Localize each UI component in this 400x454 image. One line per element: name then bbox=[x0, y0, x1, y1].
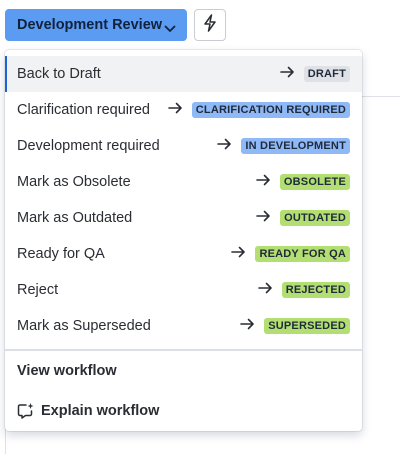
status-lozenge: CLARIFICATION REQUIRED bbox=[191, 102, 350, 118]
chevron-down-icon bbox=[164, 21, 176, 37]
transition-label: Mark as Outdated bbox=[17, 210, 133, 226]
transition-target: OUTDATED bbox=[256, 210, 350, 226]
transition-item[interactable]: Mark as Superseded SUPERSEDED bbox=[5, 308, 362, 344]
transition-target: OBSOLETE bbox=[256, 174, 350, 190]
transition-label: Mark as Obsolete bbox=[17, 174, 131, 190]
status-button-label: Development Review bbox=[17, 17, 163, 33]
transition-label: Development required bbox=[17, 138, 160, 154]
arrow-right-icon bbox=[279, 66, 295, 82]
status-lozenge: DRAFT bbox=[303, 66, 350, 82]
status-lozenge: READY FOR QA bbox=[255, 246, 350, 262]
automation-button[interactable] bbox=[194, 9, 226, 41]
transition-item[interactable]: Mark as Obsolete OBSOLETE bbox=[5, 164, 362, 200]
arrow-right-icon bbox=[217, 138, 232, 154]
arrow-right-icon bbox=[257, 282, 273, 298]
lightning-bolt-icon bbox=[203, 13, 217, 37]
transition-label: Mark as Superseded bbox=[17, 318, 151, 334]
transition-target: SUPERSEDED bbox=[240, 318, 350, 334]
status-lozenge: IN DEVELOPMENT bbox=[241, 138, 350, 154]
transition-label: Ready for QA bbox=[17, 246, 105, 262]
transition-dropdown-menu: Back to Draft DRAFT Clarification required… bbox=[5, 50, 362, 431]
view-workflow-item[interactable]: View workflow bbox=[5, 351, 362, 391]
status-lozenge: REJECTED bbox=[281, 282, 350, 298]
transition-item[interactable]: Reject REJECTED bbox=[5, 272, 362, 308]
status-lozenge: OBSOLETE bbox=[279, 174, 350, 190]
transition-label: Back to Draft bbox=[17, 66, 101, 82]
transition-item[interactable]: Mark as Outdated OUTDATED bbox=[5, 200, 362, 236]
ai-sparkle-comment-icon bbox=[17, 402, 35, 420]
transition-target: IN DEVELOPMENT bbox=[217, 138, 350, 154]
transition-item[interactable]: Clarification required CLARIFICATION REQU… bbox=[5, 92, 362, 128]
explain-workflow-item[interactable]: Explain workflow bbox=[5, 391, 362, 431]
transition-item[interactable]: Ready for QA READY FOR QA bbox=[5, 236, 362, 272]
transition-label: Reject bbox=[17, 282, 59, 298]
transition-item[interactable]: Development required IN DEVELOPMENT bbox=[5, 128, 362, 164]
transition-target: DRAFT bbox=[279, 66, 350, 82]
status-transition-button[interactable]: Development Review bbox=[5, 9, 187, 41]
arrow-right-icon bbox=[231, 246, 246, 262]
arrow-right-icon bbox=[256, 210, 271, 226]
arrow-right-icon bbox=[167, 102, 183, 118]
transition-target: READY FOR QA bbox=[231, 246, 350, 262]
arrow-right-icon bbox=[256, 174, 271, 190]
page-divider bbox=[362, 96, 400, 97]
explain-workflow-label: Explain workflow bbox=[41, 403, 160, 419]
transition-item[interactable]: Back to Draft DRAFT bbox=[5, 56, 362, 92]
transition-target: CLARIFICATION REQUIRED bbox=[167, 102, 350, 118]
arrow-right-icon bbox=[240, 318, 255, 334]
status-lozenge: OUTDATED bbox=[280, 210, 350, 226]
status-lozenge: SUPERSEDED bbox=[264, 318, 350, 334]
transition-target: REJECTED bbox=[257, 282, 350, 298]
transition-label: Clarification required bbox=[17, 102, 150, 118]
view-workflow-label: View workflow bbox=[17, 363, 117, 379]
transition-list: Back to Draft DRAFT Clarification required… bbox=[5, 56, 362, 344]
